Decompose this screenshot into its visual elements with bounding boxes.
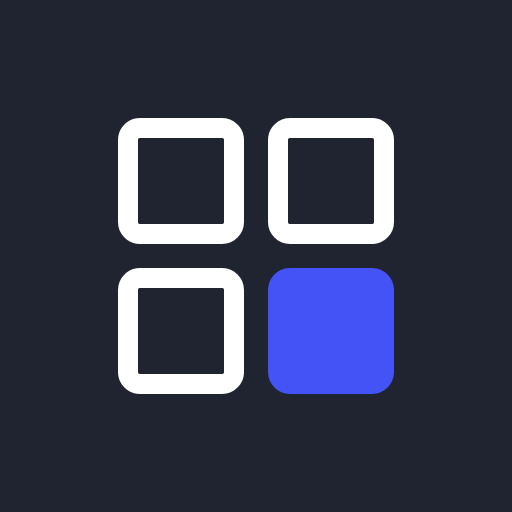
tile-top-left: [118, 118, 244, 244]
app-grid-icon: [0, 0, 512, 512]
tile-top-right: [268, 118, 394, 244]
tile-bottom-right: [268, 268, 394, 394]
tile-bottom-left: [118, 268, 244, 394]
